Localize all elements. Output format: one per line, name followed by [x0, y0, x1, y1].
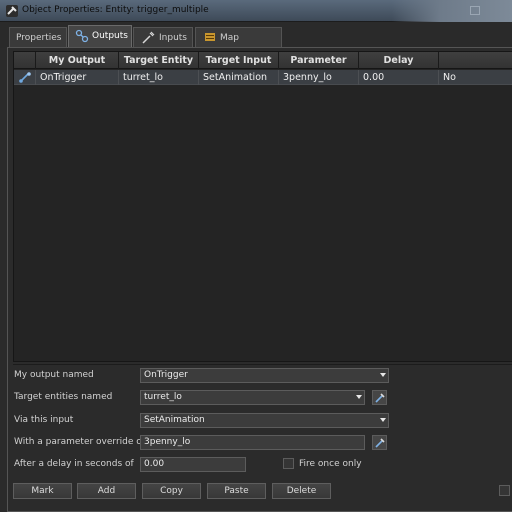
bottom-right-checkbox[interactable] — [499, 485, 510, 496]
cell-my-output: OnTrigger — [36, 70, 119, 85]
paste-button[interactable]: Paste — [207, 483, 266, 499]
pick-parameter-button[interactable] — [372, 435, 387, 450]
input-label: Via this input — [14, 415, 74, 425]
fire-once-checkbox[interactable] — [283, 458, 294, 469]
column-header-my-output[interactable]: My Output — [36, 52, 119, 69]
fire-once-label: Fire once only — [299, 459, 362, 469]
cell-target-entity: turret_lo — [119, 70, 199, 85]
param-value: 3penny_lo — [144, 437, 191, 447]
pick-entity-button[interactable] — [372, 390, 387, 405]
cell-delay: 0.00 — [359, 70, 439, 85]
cell-parameter: 3penny_lo — [279, 70, 359, 85]
title-bar: Object Properties: Entity: trigger_multi… — [0, 0, 512, 22]
table-row[interactable]: OnTrigger turret_lo SetAnimation 3penny_… — [14, 70, 512, 85]
connection-icon — [14, 70, 36, 85]
input-value: SetAnimation — [144, 415, 205, 425]
target-value: turret_lo — [144, 392, 182, 402]
hammer-icon — [6, 5, 18, 17]
column-header-only-once[interactable] — [439, 52, 512, 69]
tab-label: Inputs — [159, 33, 187, 43]
column-header-target-entity[interactable]: Target Entity — [119, 52, 199, 69]
outputs-grid[interactable]: My Output Target Entity Target Input Par… — [13, 51, 512, 362]
chevron-down-icon — [380, 373, 386, 377]
minimize-icon[interactable] — [470, 6, 480, 15]
param-input[interactable]: 3penny_lo — [140, 435, 365, 450]
eyedropper-icon — [375, 438, 385, 448]
delay-input[interactable]: 0.00 — [140, 457, 246, 472]
eyedropper-icon — [375, 393, 385, 403]
icon-column-header — [14, 52, 36, 69]
outputs-panel: My Output Target Entity Target Input Par… — [7, 47, 512, 512]
column-header-parameter[interactable]: Parameter — [279, 52, 359, 69]
output-combo[interactable]: OnTrigger — [140, 368, 389, 383]
outputs-icon — [75, 29, 89, 43]
divider — [13, 364, 512, 365]
mark-button[interactable]: Mark — [13, 483, 72, 499]
delay-value: 0.00 — [144, 459, 165, 469]
cell-target-input: SetAnimation — [199, 70, 279, 85]
chevron-down-icon — [380, 418, 386, 422]
tab-properties[interactable]: Properties — [9, 27, 67, 48]
tab-outputs[interactable]: Outputs — [68, 25, 132, 49]
tab-map-variables[interactable]: Map Variables — [195, 27, 282, 62]
input-combo[interactable]: SetAnimation — [140, 413, 389, 428]
tab-strip: Properties Outputs Inputs Map Variables — [0, 22, 512, 62]
inputs-icon — [142, 31, 155, 44]
map-variables-icon — [205, 33, 215, 41]
target-label: Target entities named — [14, 392, 113, 402]
column-header-delay[interactable]: Delay — [359, 52, 439, 69]
cell-only-once: No — [443, 72, 456, 83]
target-combo[interactable]: turret_lo — [140, 390, 365, 405]
add-button[interactable]: Add — [77, 483, 136, 499]
window-title: Object Properties: Entity: trigger_multi… — [22, 5, 209, 15]
delay-label: After a delay in seconds of — [14, 459, 134, 469]
param-label: With a parameter override of — [14, 437, 145, 447]
tab-label: Properties — [16, 33, 62, 43]
output-label: My output named — [14, 370, 94, 380]
tab-inputs[interactable]: Inputs — [133, 27, 193, 48]
column-header-target-input[interactable]: Target Input — [199, 52, 279, 69]
grid-header: My Output Target Entity Target Input Par… — [14, 52, 512, 69]
delete-button[interactable]: Delete — [272, 483, 331, 499]
output-value: OnTrigger — [144, 370, 188, 380]
window-controls-area — [392, 0, 512, 22]
tab-label: Outputs — [92, 31, 128, 41]
chevron-down-icon — [356, 395, 362, 399]
copy-button[interactable]: Copy — [142, 483, 201, 499]
